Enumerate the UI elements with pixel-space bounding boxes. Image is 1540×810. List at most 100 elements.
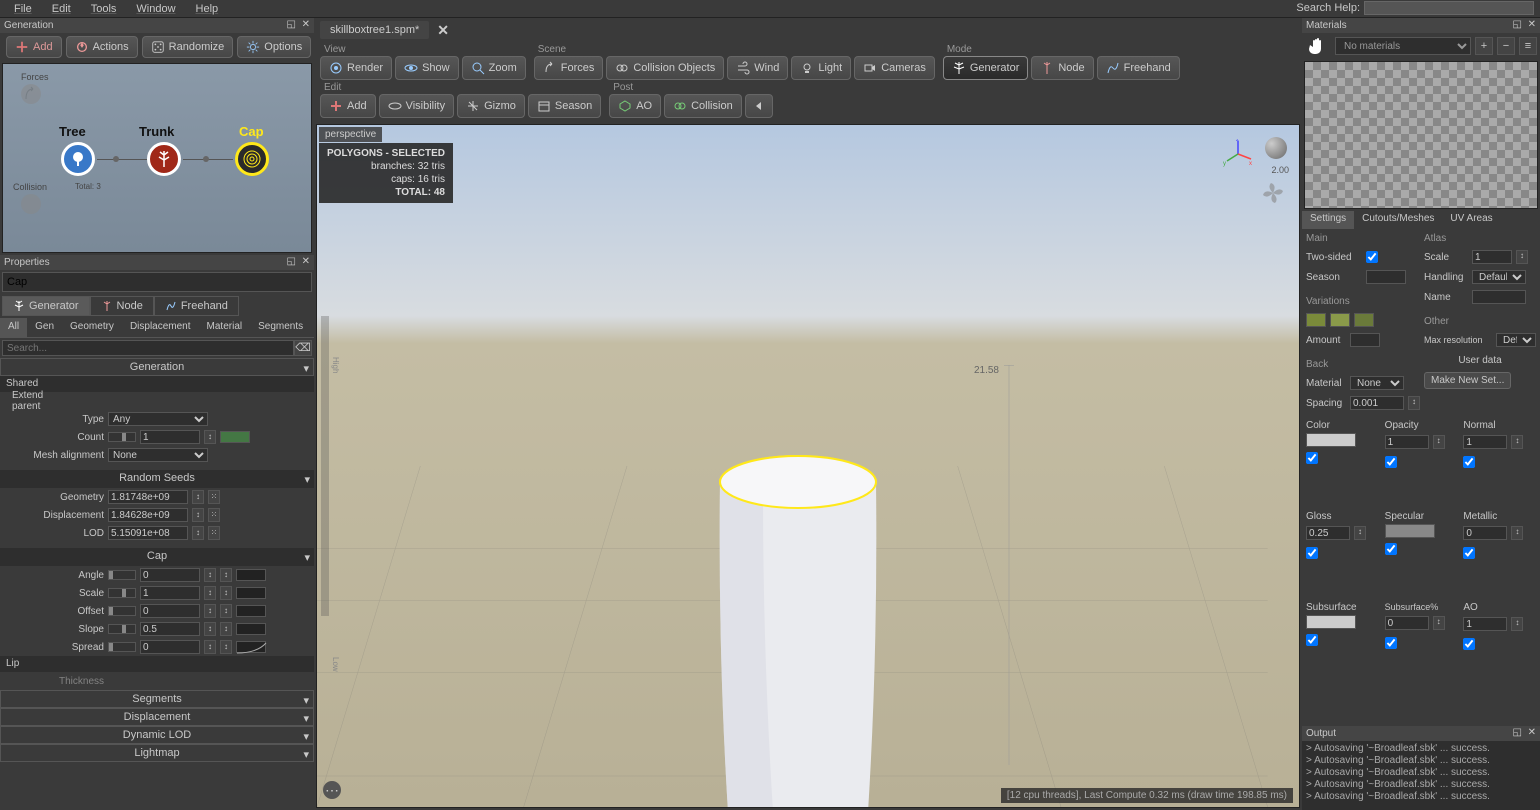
materials-dock-icon[interactable]: ◱ [1513,19,1522,30]
section-dynamic-lod[interactable]: Dynamic LOD▾ [0,726,314,744]
viewport-perspective-label[interactable]: perspective [319,127,382,142]
specular-checkbox[interactable] [1385,543,1397,555]
spacing-input[interactable] [1350,396,1404,410]
count-input[interactable] [140,430,200,444]
back-arrow-button[interactable] [745,94,773,118]
geom-rand-icon[interactable]: ⁙ [208,490,220,504]
type-select[interactable]: Any [108,412,208,426]
subsurface-pct-checkbox[interactable] [1385,637,1397,649]
materials-close-icon[interactable]: ✕ [1528,19,1536,30]
section-displacement[interactable]: Displacement▾ [0,708,314,726]
mat-remove-icon[interactable]: − [1497,37,1515,55]
subtab-segments[interactable]: Segments [250,318,311,337]
generation-close-icon[interactable]: ✕ [302,19,310,30]
menu-edit[interactable]: Edit [42,1,81,17]
subsurface-swatch[interactable] [1306,615,1356,629]
forces-button[interactable]: Forces [534,56,604,80]
tab-freehand[interactable]: Freehand [154,296,239,316]
ao-input[interactable] [1463,617,1507,631]
menu-file[interactable]: File [4,1,42,17]
disp-rand-icon[interactable]: ⁙ [208,508,220,522]
properties-search-input[interactable] [2,340,294,356]
lod-spinner[interactable]: ↕ [192,526,204,540]
slope-slider[interactable] [108,624,136,634]
subsurface-checkbox[interactable] [1306,634,1318,646]
trunk-node[interactable] [147,142,181,176]
section-lightmap[interactable]: Lightmap▾ [0,744,314,762]
angle-slider[interactable] [108,570,136,580]
scale-input[interactable] [140,586,200,600]
offset-input[interactable] [140,604,200,618]
subtab-material[interactable]: Material [199,318,251,337]
menu-window[interactable]: Window [126,1,185,17]
mat-tab-uv[interactable]: UV Areas [1442,211,1500,229]
atlas-scale-input[interactable] [1472,250,1512,264]
light-button[interactable]: Light [791,56,851,80]
edit-add-button[interactable]: Add [320,94,376,118]
normal-checkbox[interactable] [1463,456,1475,468]
node-graph[interactable]: Forces Collision Tree Total: 3 Trunk Cap [2,63,312,253]
count-curve[interactable] [220,431,250,443]
season-button[interactable]: Season [528,94,601,118]
collision-objects-button[interactable]: Collision Objects [606,56,724,80]
amount-input[interactable] [1350,333,1380,347]
color-checkbox[interactable] [1306,452,1318,464]
handling-select[interactable]: Default [1472,270,1526,284]
slope-curve[interactable] [236,623,266,635]
render-button[interactable]: Render [320,56,392,80]
tab-generator[interactable]: Generator [2,296,90,316]
menu-tools[interactable]: Tools [81,1,127,17]
nav-sphere-icon[interactable] [1265,137,1287,159]
offset-curve[interactable] [236,605,266,617]
axis-gizmo-icon[interactable]: zxy [1223,139,1253,169]
mat-menu-icon[interactable]: ≡ [1519,37,1537,55]
section-cap[interactable]: Cap▾ [0,548,314,566]
count-spinner[interactable]: ↕ [204,430,216,444]
ao-button[interactable]: AO [609,94,661,118]
make-new-set-button[interactable]: Make New Set... [1424,372,1511,389]
cameras-button[interactable]: Cameras [854,56,935,80]
season-input[interactable] [1366,270,1406,284]
subtab-displacement[interactable]: Displacement [122,318,199,337]
cap-node[interactable] [235,142,269,176]
freehand-mode-button[interactable]: Freehand [1097,56,1180,80]
mesh-align-select[interactable]: None [108,448,208,462]
offset-slider[interactable] [108,606,136,616]
lod-seed-input[interactable] [108,526,188,540]
geom-seed-input[interactable] [108,490,188,504]
randomize-button[interactable]: Randomize [142,36,234,58]
search-clear-icon[interactable]: ⌫ [294,340,312,356]
subtab-geometry[interactable]: Geometry [62,318,122,337]
output-close-icon[interactable]: ✕ [1528,727,1536,738]
opacity-input[interactable] [1385,435,1429,449]
maxres-select[interactable]: Default [1496,333,1536,347]
atlas-name-input[interactable] [1472,290,1526,304]
viewport-gauge[interactable] [321,316,329,616]
lod-rand-icon[interactable]: ⁙ [208,526,220,540]
specular-swatch[interactable] [1385,524,1435,538]
gizmo-button[interactable]: Gizmo [457,94,525,118]
metallic-input[interactable] [1463,526,1507,540]
spread-curve[interactable] [236,641,266,653]
color-swatch[interactable] [1306,433,1356,447]
back-material-select[interactable]: None [1350,376,1404,390]
properties-name-input[interactable] [2,272,312,292]
scale-curve[interactable] [236,587,266,599]
disp-spinner[interactable]: ↕ [192,508,204,522]
fan-icon[interactable] [1261,181,1285,205]
mat-tab-cutouts[interactable]: Cutouts/Meshes [1354,211,1442,229]
count-slider[interactable] [108,432,136,442]
variation-swatch-2[interactable] [1330,313,1350,327]
subtab-gen[interactable]: Gen [27,318,62,337]
document-tab[interactable]: skillboxtree1.spm* [320,21,429,39]
collision-button[interactable]: Collision [664,94,742,118]
viewport-3d[interactable]: 21.58 perspective POLYGONS - SELECTED br… [316,124,1300,808]
mat-tab-settings[interactable]: Settings [1302,211,1354,229]
gloss-input[interactable] [1306,526,1350,540]
show-button[interactable]: Show [395,56,459,80]
material-selector[interactable]: No materials [1335,37,1471,55]
hand-icon[interactable] [1305,35,1331,57]
angle-input[interactable] [140,568,200,582]
spread-input[interactable] [140,640,200,654]
visibility-button[interactable]: Visibility [379,94,455,118]
